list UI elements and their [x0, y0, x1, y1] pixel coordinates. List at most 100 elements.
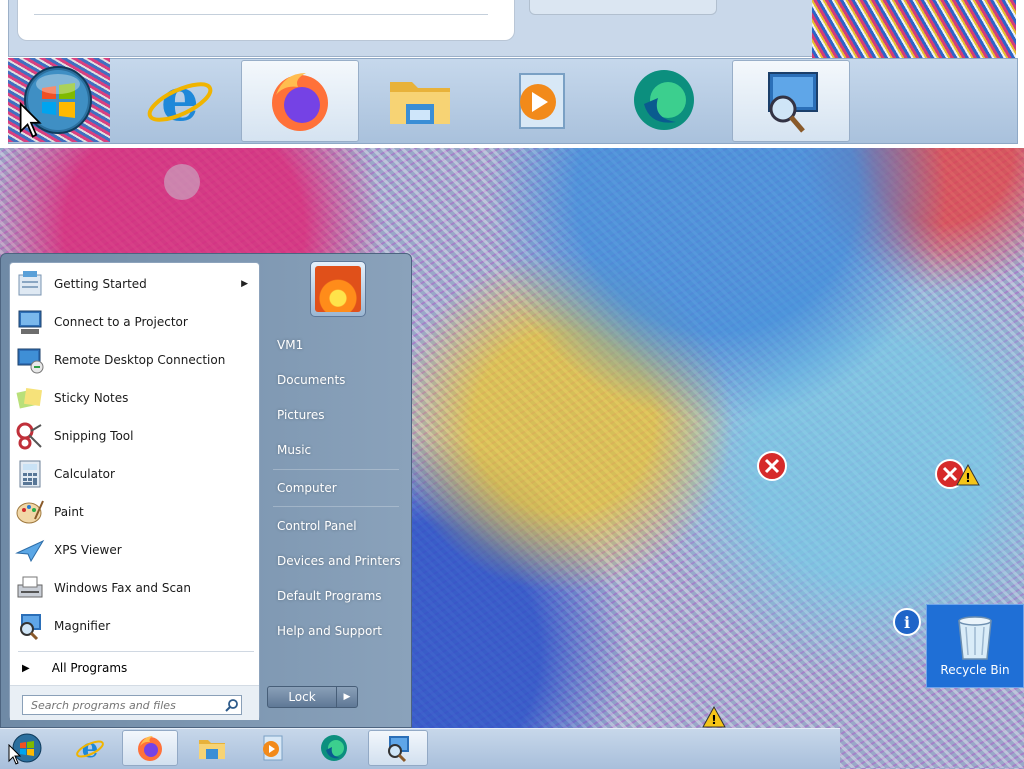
program-label: Magnifier [54, 619, 111, 633]
magnified-media-button[interactable] [482, 60, 598, 140]
program-label: Sticky Notes [54, 391, 129, 405]
taskbar-media-button[interactable] [244, 730, 300, 766]
internet-explorer-icon: e [76, 734, 104, 763]
sticky-notes-icon [16, 387, 43, 409]
user-picture[interactable] [310, 261, 366, 317]
taskbar-firefox-button[interactable] [122, 730, 178, 766]
chevron-right-icon: ▶ [343, 692, 351, 702]
window-panel [17, 0, 515, 41]
submenu-arrow-icon: ▶ [241, 279, 248, 289]
start-menu-programs-pane: Getting Started ▶ Connect to a Projector… [9, 262, 260, 720]
magnified-window-fragment [8, 0, 814, 57]
window-button-fragment [529, 0, 717, 15]
link-help-support[interactable]: Help and Support [267, 617, 407, 645]
program-label: Getting Started [54, 277, 147, 291]
magnifier-icon [388, 736, 409, 763]
program-label: Windows Fax and Scan [54, 581, 192, 595]
right-pane-separator [273, 469, 399, 470]
all-programs-button[interactable]: ▶ All Programs [16, 655, 256, 681]
right-pane-separator [273, 506, 399, 507]
fax-scan-icon [17, 576, 43, 598]
program-getting-started[interactable]: Getting Started ▶ [12, 266, 258, 302]
edge-icon [321, 735, 347, 761]
user-photo [315, 266, 361, 312]
getting-started-icon [18, 271, 42, 296]
internet-explorer-icon: e [147, 65, 213, 135]
lock-button[interactable]: Lock [267, 686, 337, 708]
magnifier-icon [20, 614, 41, 641]
media-player-icon [263, 735, 283, 761]
warning-icon: ! [702, 706, 726, 728]
program-magnifier[interactable]: Magnifier [12, 608, 258, 644]
recycle-bin-label: Recycle Bin [940, 663, 1010, 677]
magnified-magnifier-button[interactable] [732, 60, 850, 142]
program-paint[interactable]: Paint [12, 494, 258, 530]
link-control-panel[interactable]: Control Panel [267, 512, 407, 540]
projector-icon [18, 310, 42, 334]
firefox-icon [138, 736, 162, 761]
search-box[interactable] [22, 695, 242, 715]
program-label: Calculator [54, 467, 115, 481]
calculator-icon [19, 460, 41, 488]
program-calculator[interactable]: Calculator [12, 456, 258, 492]
program-label: Connect to a Projector [54, 315, 188, 329]
remote-desktop-icon [17, 348, 44, 374]
svg-text:e: e [82, 734, 99, 763]
program-label: Remote Desktop Connection [54, 353, 226, 367]
magnified-edge-button[interactable] [606, 60, 722, 140]
link-user-folder[interactable]: VM1 [267, 331, 407, 359]
media-player-icon [519, 73, 565, 129]
file-explorer-icon [390, 82, 450, 124]
magnified-firefox-button[interactable] [241, 60, 359, 142]
cursor-icon [8, 744, 22, 765]
program-snipping-tool[interactable]: Snipping Tool [12, 418, 258, 454]
link-documents[interactable]: Documents [267, 366, 407, 394]
xps-viewer-icon [15, 539, 45, 563]
program-label: Snipping Tool [54, 429, 134, 443]
taskbar-explorer-button[interactable] [184, 730, 240, 766]
info-icon: i [893, 608, 921, 636]
link-computer[interactable]: Computer [267, 474, 407, 502]
search-icon[interactable] [225, 698, 239, 712]
edge-icon [634, 70, 694, 130]
cursor-icon [19, 102, 42, 138]
wallpaper-fragment [812, 0, 1016, 58]
start-menu: Getting Started ▶ Connect to a Projector… [0, 253, 412, 728]
magnified-explorer-button[interactable] [362, 60, 478, 140]
magnified-taskbar-view: e [0, 0, 1024, 148]
link-music[interactable]: Music [267, 436, 407, 464]
paint-icon [16, 500, 44, 524]
taskbar-magnifier-button[interactable] [368, 730, 428, 766]
link-default-programs[interactable]: Default Programs [267, 582, 407, 610]
program-label: Paint [54, 505, 84, 519]
firefox-icon [272, 73, 328, 131]
file-explorer-icon [199, 740, 225, 759]
link-devices-printers[interactable]: Devices and Printers [267, 547, 407, 575]
svg-text:e: e [161, 65, 199, 135]
program-fax-scan[interactable]: Windows Fax and Scan [12, 570, 258, 606]
faded-circle-icon [164, 164, 200, 200]
error-icon [757, 451, 787, 481]
recycle-bin[interactable]: Recycle Bin [926, 604, 1024, 688]
program-remote-desktop[interactable]: Remote Desktop Connection [12, 342, 258, 378]
recycle-bin-icon [958, 616, 992, 660]
all-programs-arrow-icon: ▶ [22, 662, 30, 674]
svg-text:!: ! [965, 471, 970, 485]
program-sticky-notes[interactable]: Sticky Notes [12, 380, 258, 416]
taskbar-edge-button[interactable] [306, 730, 362, 766]
snipping-tool-icon [16, 422, 42, 450]
program-xps-viewer[interactable]: XPS Viewer [12, 532, 258, 568]
magnified-ie-button[interactable]: e [122, 60, 238, 140]
program-label: XPS Viewer [54, 543, 122, 557]
programs-divider [18, 651, 254, 652]
magnifier-icon [768, 72, 818, 133]
shutdown-options-button[interactable]: ▶ [336, 686, 358, 708]
taskbar-ie-button[interactable]: e [62, 730, 118, 766]
link-pictures[interactable]: Pictures [267, 401, 407, 429]
svg-text:i: i [904, 613, 910, 632]
warning-icon: ! [956, 464, 980, 486]
svg-text:!: ! [711, 713, 716, 727]
all-programs-label: All Programs [51, 661, 128, 675]
search-input[interactable] [29, 697, 223, 713]
program-connect-projector[interactable]: Connect to a Projector [12, 304, 258, 340]
